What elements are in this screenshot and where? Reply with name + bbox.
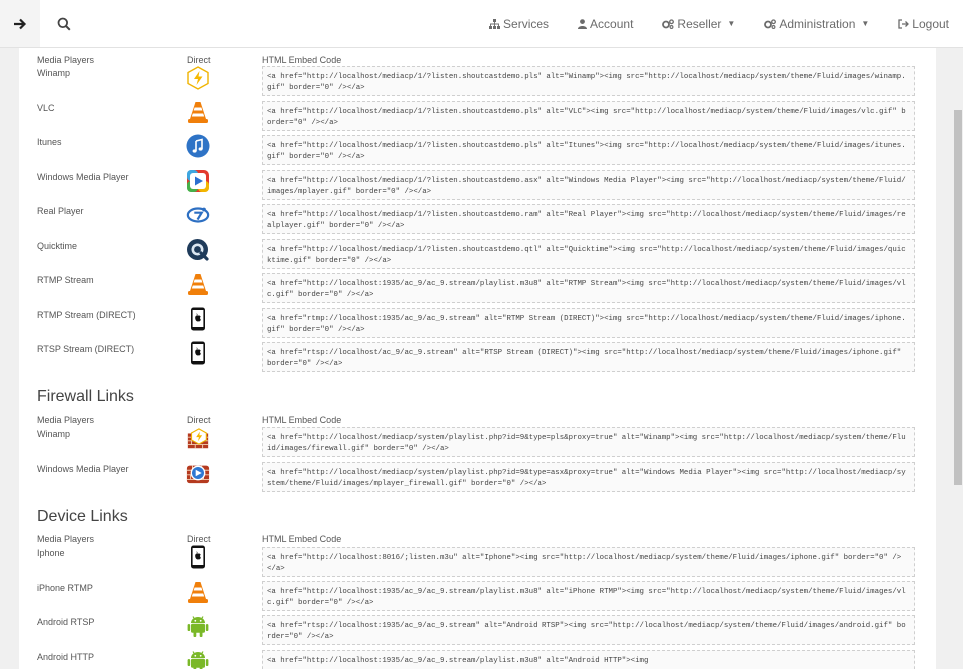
media-players-header: Media Players [37,415,95,425]
quicktime-icon[interactable] [186,238,210,262]
embed-code-box[interactable]: <a href="http://localhost:1935/ac_9/ac_9… [262,581,915,611]
winamp-icon[interactable] [186,66,210,90]
row-label: Real Player [37,206,84,216]
embed-code-box[interactable]: <a href="rtsp://localhost/ac_9/ac_9.stre… [262,342,915,372]
real-player-icon[interactable] [186,203,210,227]
row-label: Iphone [37,548,65,558]
media-players-header: Media Players [37,55,95,65]
android-icon[interactable] [186,614,210,638]
embed-column-header: HTML Embed Code [262,534,342,544]
scrollbar-thumb[interactable] [954,110,962,485]
row-label: Windows Media Player [37,172,129,182]
embed-code-box[interactable]: <a href="http://localhost:8016/;listen.m… [262,547,915,577]
vlc-icon[interactable] [186,580,210,604]
caret-down-icon: ▼ [861,19,870,28]
nav-logout-label: Logout [912,16,949,31]
embed-code-box[interactable]: <a href="rtsp://localhost:1935/ac_9/ac_9… [262,615,915,645]
top-nav-menu: Services Account Reseller ▼ Administrati… [489,0,949,47]
nav-account[interactable]: Account [578,17,633,31]
row-label: RTMP Stream [37,275,94,285]
sidebar-toggle-button[interactable] [0,0,40,47]
winamp-firewall-icon[interactable] [186,427,210,451]
embed-code-box[interactable]: <a href="http://localhost:1935/ac_9/ac_9… [262,650,915,669]
direct-column-header: Direct [187,415,211,425]
embed-code-box[interactable]: <a href="http://localhost/mediacp/system… [262,462,915,492]
top-navbar: Services Account Reseller ▼ Administrati… [0,0,963,48]
user-icon [578,18,588,29]
nav-administration[interactable]: Administration ▼ [764,17,869,31]
row-label: Android HTTP [37,652,95,662]
embed-code-box[interactable]: <a href="http://localhost/mediacp/system… [262,427,915,457]
iphone-icon[interactable] [186,545,210,569]
vlc-icon[interactable] [186,272,210,296]
row-label: iPhone RTMP [37,583,93,593]
nav-administration-label: Administration [779,16,856,31]
android-icon[interactable] [186,649,210,669]
embed-column-header: HTML Embed Code [262,55,342,65]
iphone-icon[interactable] [186,307,210,331]
row-label: Winamp [37,68,71,78]
row-label: VLC [37,103,55,113]
embed-code-box[interactable]: <a href="http://localhost/mediacp/1/?lis… [262,170,915,200]
section-title-firewall-links: Firewall Links [37,388,134,405]
row-label: Winamp [37,429,71,439]
row-label: Windows Media Player [37,464,129,474]
caret-down-icon: ▼ [727,19,736,28]
embed-column-header: HTML Embed Code [262,415,342,425]
cogs-icon [662,18,675,29]
nav-logout[interactable]: Logout [898,17,949,31]
iphone-icon[interactable] [186,341,210,365]
search-button[interactable] [44,0,84,47]
section-title-device-links: Device Links [37,508,128,525]
embed-code-box[interactable]: <a href="http://localhost/mediacp/1/?lis… [262,239,915,269]
embed-code-box[interactable]: <a href="http://localhost/mediacp/1/?lis… [262,204,915,234]
nav-reseller-label: Reseller [677,16,722,31]
embed-code-box[interactable]: <a href="rtmp://localhost:1935/ac_9/ac_9… [262,308,915,338]
row-label: Android RTSP [37,617,95,627]
vlc-icon[interactable] [186,100,210,124]
content-panel: Media Players Direct HTML Embed Code Win… [19,48,936,669]
search-icon [57,17,71,31]
direct-column-header: Direct [187,55,211,65]
itunes-icon[interactable] [186,134,210,158]
nav-reseller[interactable]: Reseller ▼ [662,17,735,31]
row-label: RTSP Stream (DIRECT) [37,344,135,354]
embed-code-box[interactable]: <a href="http://localhost/mediacp/1/?lis… [262,66,915,96]
sitemap-icon [489,18,501,29]
nav-account-label: Account [590,16,634,31]
direct-column-header: Direct [187,534,211,544]
media-players-header: Media Players [37,534,95,544]
row-label: Itunes [37,137,62,147]
arrow-right-icon [14,18,27,29]
row-label: RTMP Stream (DIRECT) [37,310,136,320]
row-label: Quicktime [37,241,78,251]
nav-services-label: Services [503,16,550,31]
embed-code-box[interactable]: <a href="http://localhost/mediacp/1/?lis… [262,135,915,165]
nav-services[interactable]: Services [489,17,549,31]
windows-media-player-icon[interactable] [186,169,210,193]
embed-code-box[interactable]: <a href="http://localhost/mediacp/1/?lis… [262,101,915,131]
cogs-icon [764,18,777,29]
mplayer-firewall-icon[interactable] [186,461,210,485]
page-scrollbar[interactable] [953,48,963,669]
embed-code-box[interactable]: <a href="http://localhost:1935/ac_9/ac_9… [262,273,915,303]
sign-out-icon [898,18,910,29]
